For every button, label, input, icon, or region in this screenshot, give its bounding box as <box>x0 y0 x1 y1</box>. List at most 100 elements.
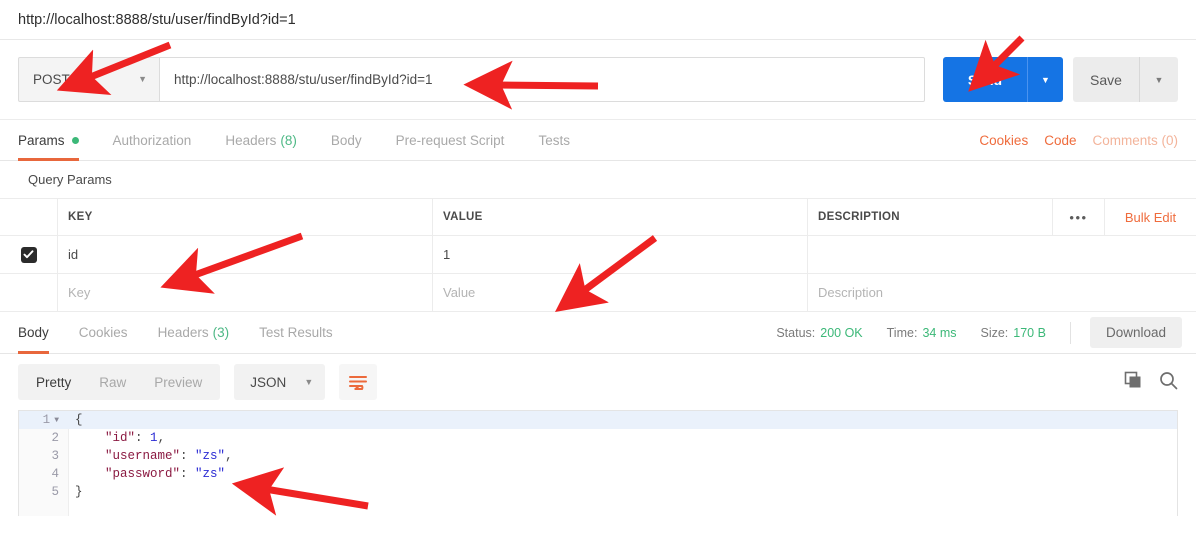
response-body-editor[interactable]: 1 ▼{2 "id": 1, 3 "username": "zs", 4 "passw… <box>18 410 1178 516</box>
tab-tests[interactable]: Tests <box>538 120 587 160</box>
http-method-select[interactable]: POST ▼ <box>18 57 160 102</box>
new-description-placeholder: Description <box>818 285 884 300</box>
send-options-chevron-down-icon[interactable]: ▼ <box>1028 57 1063 102</box>
request-url-input[interactable]: http://localhost:8888/stu/user/findById?… <box>160 57 925 102</box>
bulk-edit-link[interactable]: Bulk Edit <box>1104 199 1196 235</box>
table-row: id 1 <box>0 236 1196 274</box>
header-description-cell: DESCRIPTION <box>808 199 1052 235</box>
row-enable-checkbox-cell[interactable] <box>0 236 58 273</box>
size-badge: Size: 170 B <box>980 326 1045 340</box>
response-tab-body-label: Body <box>18 325 49 340</box>
cookies-link[interactable]: Cookies <box>979 133 1028 148</box>
save-button-group: Save ▼ <box>1073 57 1178 102</box>
checkbox-checked-icon[interactable] <box>20 246 37 263</box>
view-mode-pretty[interactable]: Pretty <box>22 364 85 400</box>
tab-body[interactable]: Body <box>331 120 379 160</box>
code-text: "password": "zs" <box>105 467 226 481</box>
comments-link[interactable]: Comments (0) <box>1092 133 1178 148</box>
save-button[interactable]: Save <box>1073 57 1139 102</box>
new-value-input[interactable]: Value <box>433 274 808 311</box>
response-body-toolbar: Pretty Raw Preview JSON ▼ <box>0 354 1196 410</box>
status-badge: Status: 200 OK <box>776 326 862 340</box>
request-links: Cookies Code Comments (0) <box>963 120 1196 160</box>
copy-icon[interactable] <box>1124 371 1143 393</box>
editor-code-lines: 1 ▼{2 "id": 1, 3 "username": "zs", 4 "passw… <box>19 411 1177 501</box>
code-text: "username": "zs", <box>105 449 233 463</box>
response-meta: Status: 200 OK Time: 34 ms Size: 170 B D… <box>776 312 1196 353</box>
response-tab-headers-count: (3) <box>212 325 230 340</box>
code-line: 5} <box>19 483 1177 501</box>
table-row-empty: Key Value Description <box>0 274 1196 312</box>
header-key-label: KEY <box>68 211 93 223</box>
new-description-input[interactable]: Description <box>808 274 1196 311</box>
line-number: 1 ▼ <box>42 413 59 427</box>
chevron-down-icon: ▼ <box>138 74 147 84</box>
code-line: 2 "id": 1, <box>19 429 1177 447</box>
send-button[interactable]: Send <box>943 57 1027 102</box>
response-tab-cookies[interactable]: Cookies <box>71 312 136 353</box>
download-button[interactable]: Download <box>1089 317 1182 348</box>
request-tabs: Params Authorization Headers (8) Body Pr… <box>0 120 1196 161</box>
header-value-cell: VALUE <box>433 199 808 235</box>
params-table: KEY VALUE DESCRIPTION ••• Bulk Edit id 1 <box>0 199 1196 312</box>
new-key-placeholder: Key <box>68 285 91 300</box>
view-mode-group: Pretty Raw Preview <box>18 364 221 400</box>
status-value: 200 OK <box>820 325 863 340</box>
line-number: 2 <box>51 431 59 445</box>
header-description-label: DESCRIPTION <box>818 211 900 223</box>
tab-pre-request-script[interactable]: Pre-request Script <box>396 120 522 160</box>
http-method-value: POST <box>33 72 70 87</box>
response-tabs: Body Cookies Headers (3) Test Results St… <box>0 312 1196 354</box>
empty-row-checkbox-cell[interactable] <box>0 274 58 311</box>
code-line: 1 ▼ { <box>19 411 1177 429</box>
view-mode-preview[interactable]: Preview <box>140 364 216 400</box>
line-number: 4 <box>51 467 59 481</box>
tabs-spacer <box>604 120 963 160</box>
time-badge: Time: 34 ms <box>887 326 957 340</box>
response-tab-test-results[interactable]: Test Results <box>251 312 341 353</box>
size-value: 170 B <box>1013 325 1046 340</box>
line-number: 3 <box>51 449 59 463</box>
tab-authorization[interactable]: Authorization <box>113 120 209 160</box>
status-label: Status: <box>776 325 816 340</box>
search-icon[interactable] <box>1159 371 1178 393</box>
code-text: } <box>75 485 83 499</box>
row-value-input[interactable]: 1 <box>433 236 808 273</box>
response-tab-headers-label: Headers <box>157 325 209 340</box>
tab-headers-count: (8) <box>280 132 297 148</box>
response-format-value: JSON <box>250 374 287 390</box>
response-tab-headers[interactable]: Headers (3) <box>150 312 238 353</box>
tab-params-label: Params <box>18 132 65 148</box>
tab-params[interactable]: Params <box>18 120 96 161</box>
view-mode-raw[interactable]: Raw <box>85 364 140 400</box>
wrap-lines-icon[interactable] <box>339 364 378 400</box>
params-active-dot-icon <box>71 136 79 144</box>
new-value-placeholder: Value <box>443 285 476 300</box>
header-value-label: VALUE <box>443 211 483 223</box>
response-format-select[interactable]: JSON ▼ <box>234 364 326 400</box>
code-line: 3 "username": "zs", <box>19 447 1177 465</box>
query-params-label: Query Params <box>0 161 1196 199</box>
code-link[interactable]: Code <box>1044 133 1076 148</box>
header-key-cell: KEY <box>58 199 433 235</box>
response-body-actions <box>1124 371 1178 393</box>
tab-headers[interactable]: Headers (8) <box>225 120 314 160</box>
row-key-value: id <box>68 247 79 262</box>
save-options-chevron-down-icon[interactable]: ▼ <box>1140 57 1178 102</box>
tab-tests-label: Tests <box>538 132 570 148</box>
page-title: http://localhost:8888/stu/user/findById?… <box>18 11 296 28</box>
time-value: 34 ms <box>922 325 957 340</box>
line-number: 5 <box>51 485 59 499</box>
row-description-input[interactable] <box>808 236 1196 273</box>
tab-headers-label: Headers <box>225 132 277 148</box>
response-tab-body[interactable]: Body <box>10 312 57 354</box>
code-text: "id": 1, <box>105 431 166 445</box>
code-text: { <box>75 413 83 427</box>
row-key-input[interactable]: id <box>58 236 433 273</box>
request-url-value: http://localhost:8888/stu/user/findById?… <box>174 72 433 87</box>
new-key-input[interactable]: Key <box>58 274 433 311</box>
params-more-options-icon[interactable]: ••• <box>1052 199 1104 235</box>
size-label: Size: <box>980 325 1009 340</box>
fold-toggle-icon[interactable]: ▼ <box>54 416 59 425</box>
tab-pre-request-script-label: Pre-request Script <box>395 132 505 148</box>
